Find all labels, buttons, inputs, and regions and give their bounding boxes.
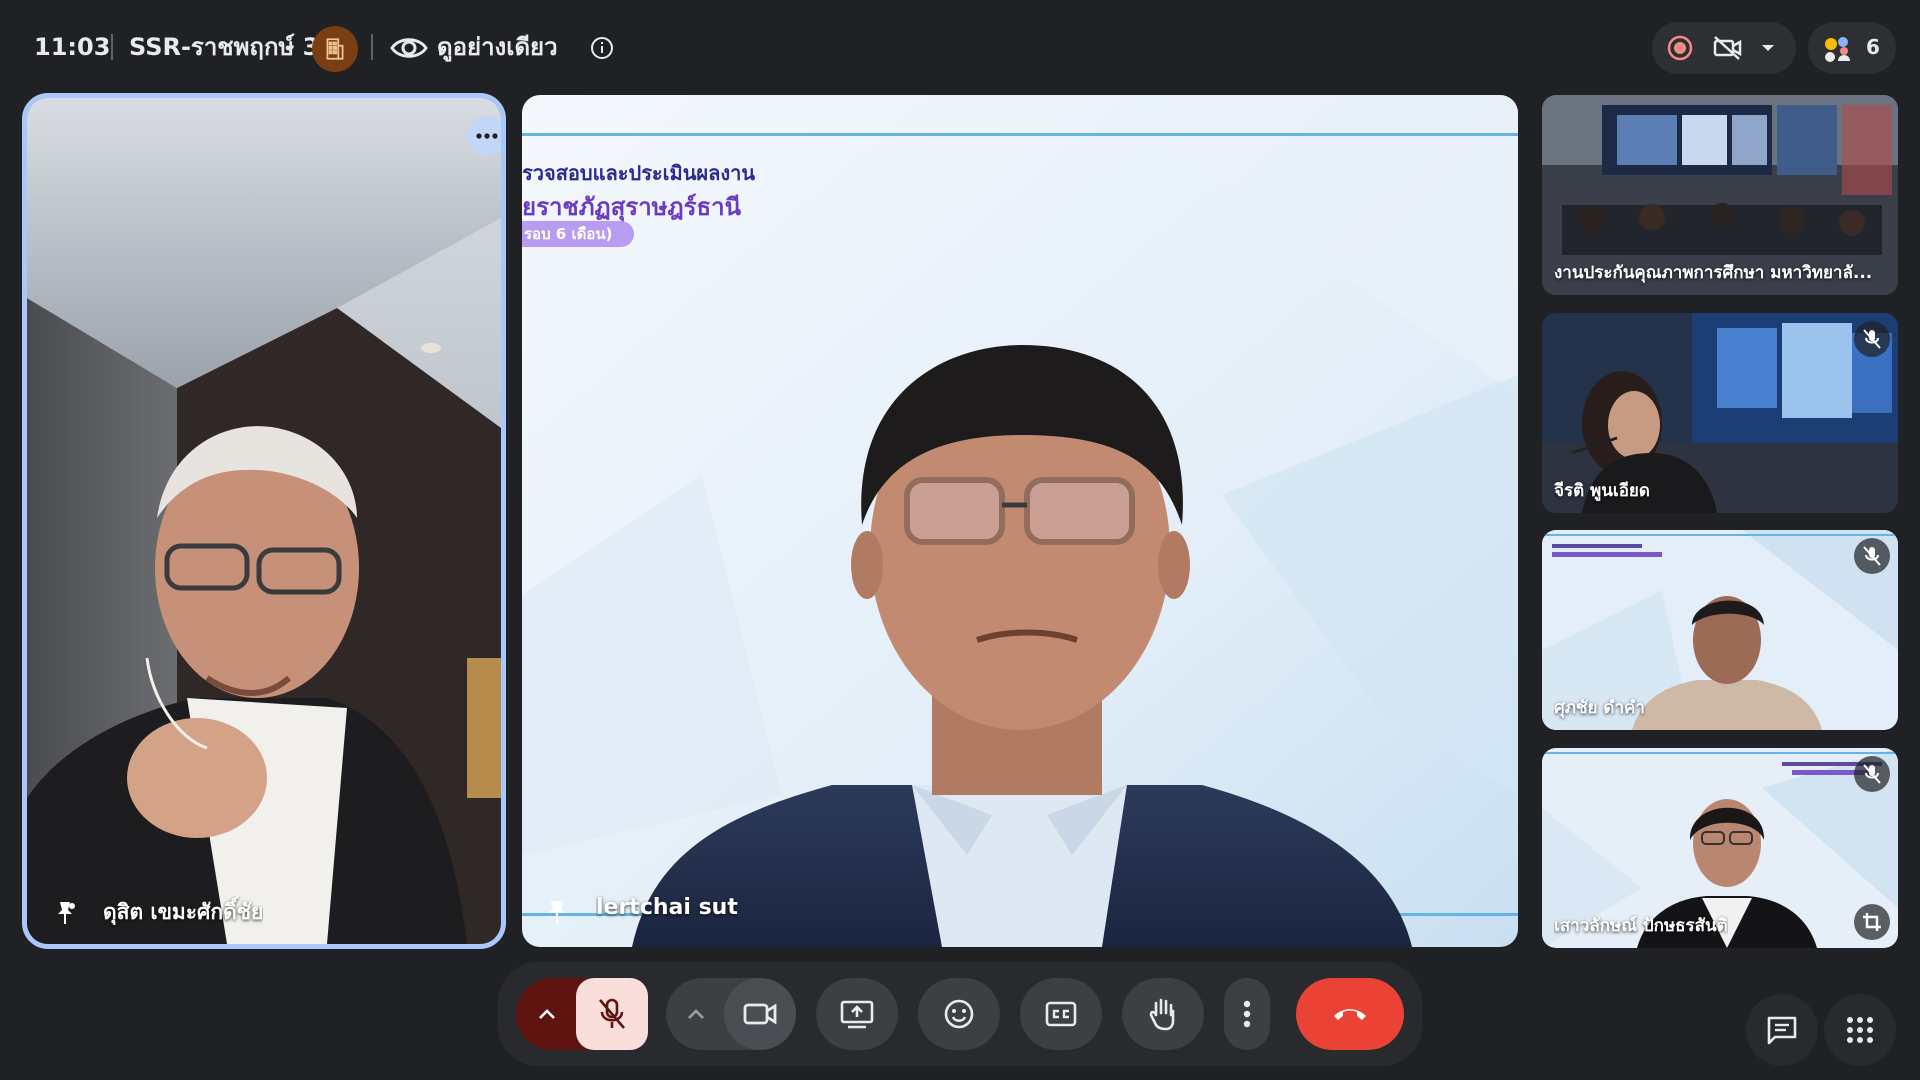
- captions-icon: [1045, 1001, 1077, 1027]
- info-icon[interactable]: [588, 34, 616, 62]
- participant-tile[interactable]: จีรติ พูนเอียด: [1542, 313, 1898, 513]
- mic-off-button[interactable]: [576, 978, 648, 1050]
- apps-grid-icon: [1847, 1017, 1873, 1043]
- emoji-icon: [944, 999, 974, 1029]
- participant-tile[interactable]: เสาวลักษณ์ ปักษธรสันติ: [1542, 748, 1898, 948]
- captions-button[interactable]: [1020, 978, 1102, 1050]
- recording-pill[interactable]: [1652, 22, 1796, 74]
- slide-tag: รอบ 6 เดือน): [522, 221, 635, 247]
- activities-button[interactable]: [1824, 994, 1896, 1066]
- dropdown-icon: [1756, 38, 1780, 58]
- chevron-up-icon: [539, 1009, 555, 1019]
- mic-options-button[interactable]: [516, 978, 578, 1050]
- participant-name: lertchai sut: [596, 895, 738, 920]
- crop-icon[interactable]: [1854, 904, 1890, 940]
- participant-name: จีรติ พูนเอียด: [1554, 481, 1650, 501]
- clock: 11:03: [34, 33, 111, 61]
- emoji-button[interactable]: [918, 978, 1000, 1050]
- camera-button[interactable]: [724, 978, 796, 1050]
- participants-pill[interactable]: 6: [1808, 22, 1896, 74]
- participant-name: ดุสิต เขมะศักดิ์ชัย: [103, 900, 264, 924]
- chat-button[interactable]: [1746, 994, 1818, 1066]
- present-screen-icon: [840, 1000, 874, 1029]
- pin-icon[interactable]: [546, 899, 572, 927]
- pin-icon[interactable]: [53, 900, 79, 928]
- raise-hand-icon: [1149, 998, 1175, 1031]
- mic-off-icon: [599, 998, 625, 1029]
- eye-icon: [388, 28, 430, 68]
- hang-up-icon: [1334, 1009, 1366, 1020]
- raise-hand-button[interactable]: [1122, 978, 1204, 1050]
- chevron-up-icon: [688, 1009, 704, 1019]
- participant-tile[interactable]: ศุภชัย ดำคำ: [1542, 530, 1898, 730]
- leave-call-button[interactable]: [1296, 978, 1404, 1050]
- top-bar: 11:03 SSR-ราชพฤกษ์ 3 ดูอย่างเดียว 6: [0, 0, 1920, 94]
- divider: [371, 34, 373, 60]
- participant-tile-active[interactable]: ดุสิต เขมะศักดิ์ชัย: [22, 93, 506, 949]
- muted-icon: [1854, 538, 1890, 574]
- record-icon: [1666, 34, 1694, 62]
- room-badge[interactable]: [312, 26, 358, 72]
- divider: [111, 34, 113, 60]
- no-video-icon: [1712, 34, 1742, 62]
- more-options-icon: [476, 133, 498, 139]
- slide-title-line1: รวจสอบและประเมินผลงาน: [522, 161, 756, 185]
- participant-name: ศุภชัย ดำคำ: [1554, 698, 1645, 718]
- muted-icon: [1854, 321, 1890, 357]
- participant-name: เสาวลักษณ์ ปักษธรสันติ: [1554, 916, 1728, 936]
- participant-tile[interactable]: งานประกันคุณภาพการศึกษา มหาวิทยาลั...: [1542, 95, 1898, 295]
- building-icon: [326, 38, 344, 60]
- mic-control-group: [516, 978, 648, 1050]
- more-options-button[interactable]: [1224, 978, 1270, 1050]
- participants-icon: [1820, 34, 1856, 64]
- participant-video: [27, 98, 501, 944]
- camera-options-button[interactable]: [666, 978, 726, 1050]
- present-button[interactable]: [816, 978, 898, 1050]
- more-vert-icon: [1243, 1000, 1251, 1028]
- more-options-button[interactable]: [467, 116, 501, 156]
- room-name: SSR-ราชพฤกษ์ 3: [129, 33, 320, 61]
- participant-count: 6: [1866, 35, 1880, 59]
- camera-control-group: [666, 978, 796, 1050]
- chat-icon: [1767, 1016, 1797, 1045]
- participant-tile-main[interactable]: รวจสอบและประเมินผลงาน ยราชภัฏสุราษฎร์ธาน…: [522, 95, 1518, 947]
- muted-icon: [1854, 756, 1890, 792]
- view-mode-label: ดูอย่างเดียว: [437, 33, 558, 61]
- participant-name: งานประกันคุณภาพการศึกษา มหาวิทยาลั...: [1554, 263, 1873, 283]
- call-controls-bar: [498, 962, 1422, 1066]
- camera-icon: [743, 1003, 777, 1025]
